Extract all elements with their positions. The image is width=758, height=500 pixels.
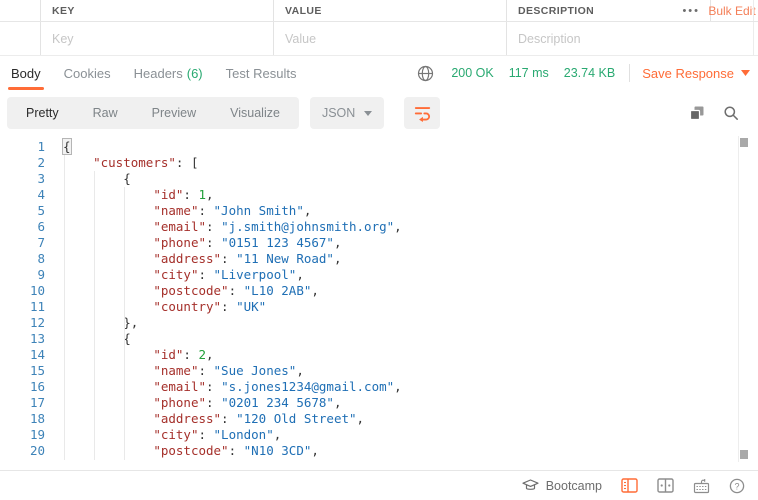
code-line: "email": "s.jones1234@gmail.com", xyxy=(63,379,758,395)
status-bar: Bootcamp xyxy=(0,470,758,500)
indent-guide xyxy=(94,171,95,460)
description-input[interactable] xyxy=(518,32,741,46)
column-header-key: KEY xyxy=(40,0,273,21)
language-select[interactable]: JSON xyxy=(310,97,384,129)
line-number: 15 xyxy=(0,363,45,379)
line-number: 13 xyxy=(0,331,45,347)
line-number-gutter: 1234567891011121314151617181920 xyxy=(0,139,55,459)
editor-toolbar-right xyxy=(686,96,742,130)
param-row-handle xyxy=(0,22,40,55)
code-line: }, xyxy=(63,315,758,331)
line-number: 16 xyxy=(0,379,45,395)
scrollbar-thumb-bottom[interactable] xyxy=(740,450,748,459)
response-size: 23.74 KB xyxy=(564,66,615,80)
code-line: "city": "London", xyxy=(63,427,758,443)
code-line: "customers": [ xyxy=(63,155,758,171)
line-number: 12 xyxy=(0,315,45,331)
params-header-row: KEY VALUE DESCRIPTION ••• Bulk Edit xyxy=(0,0,758,22)
divider xyxy=(629,64,630,82)
line-number: 5 xyxy=(0,203,45,219)
view-pretty[interactable]: Pretty xyxy=(9,97,76,129)
console-icon[interactable] xyxy=(620,477,638,495)
body-view-bar: Pretty Raw Preview Visualize JSON xyxy=(0,96,758,130)
code-line: "id": 1, xyxy=(63,187,758,203)
column-header-value: VALUE xyxy=(273,0,506,21)
response-meta: 200 OK 117 ms 23.74 KB Save Response xyxy=(414,56,750,90)
code-line: "address": "11 New Road", xyxy=(63,251,758,267)
params-select-column xyxy=(0,0,40,21)
line-number: 4 xyxy=(0,187,45,203)
params-input-row xyxy=(0,22,758,56)
header-end-divider xyxy=(753,0,758,21)
chevron-down-icon xyxy=(741,70,750,76)
code-line: "address": "120 Old Street", xyxy=(63,411,758,427)
line-number: 10 xyxy=(0,283,45,299)
column-header-description: DESCRIPTION xyxy=(518,5,594,17)
save-response-button[interactable]: Save Response xyxy=(642,66,750,81)
line-number: 2 xyxy=(0,155,45,171)
line-number: 7 xyxy=(0,235,45,251)
key-input[interactable] xyxy=(52,32,262,46)
tab-cookies[interactable]: Cookies xyxy=(61,56,114,90)
two-pane-layout-icon[interactable] xyxy=(656,477,674,495)
line-number: 1 xyxy=(0,139,45,155)
code-line: "postcode": "L10 2AB", xyxy=(63,283,758,299)
status-code: 200 OK xyxy=(451,66,493,80)
scrollbar-thumb-top[interactable] xyxy=(740,138,748,147)
code-line: { xyxy=(63,139,758,155)
line-number: 8 xyxy=(0,251,45,267)
svg-text:?: ? xyxy=(734,481,739,491)
tab-body[interactable]: Body xyxy=(8,56,44,90)
wrap-text-icon xyxy=(413,104,432,122)
editor-scrollbar-track xyxy=(738,136,739,462)
line-number: 17 xyxy=(0,395,45,411)
code-line: "phone": "0151 123 4567", xyxy=(63,235,758,251)
line-number: 18 xyxy=(0,411,45,427)
network-globe-icon[interactable] xyxy=(414,62,436,84)
help-icon[interactable]: ? xyxy=(728,477,746,495)
line-number: 19 xyxy=(0,427,45,443)
search-icon[interactable] xyxy=(720,102,742,124)
code-line: "phone": "0201 234 5678", xyxy=(63,395,758,411)
row-end-divider xyxy=(753,22,758,55)
response-panel: KEY VALUE DESCRIPTION ••• Bulk Edit Body… xyxy=(0,0,758,500)
view-visualize[interactable]: Visualize xyxy=(213,97,297,129)
line-number: 3 xyxy=(0,171,45,187)
code-line: { xyxy=(63,331,758,347)
indent-guide xyxy=(124,187,125,460)
headers-count-badge: (6) xyxy=(187,66,203,81)
copy-icon[interactable] xyxy=(686,102,708,124)
line-number: 20 xyxy=(0,443,45,459)
indent-guide xyxy=(64,155,65,460)
tab-test-results[interactable]: Test Results xyxy=(223,56,300,90)
code-line: "id": 2, xyxy=(63,347,758,363)
view-raw[interactable]: Raw xyxy=(76,97,135,129)
code-line: "postcode": "N10 3CD", xyxy=(63,443,758,459)
view-preview[interactable]: Preview xyxy=(135,97,213,129)
value-input[interactable] xyxy=(285,32,495,46)
code-line: "email": "j.smith@johnsmith.org", xyxy=(63,219,758,235)
code-line: "city": "Liverpool", xyxy=(63,267,758,283)
code-content[interactable]: { "customers": [ { "id": 1, "name": "Joh… xyxy=(55,139,758,459)
code-line: "name": "Sue Jones", xyxy=(63,363,758,379)
more-options-button[interactable]: ••• xyxy=(682,5,710,17)
code-line: { xyxy=(63,171,758,187)
view-mode-group: Pretty Raw Preview Visualize xyxy=(7,97,299,129)
bulk-edit-button[interactable]: Bulk Edit xyxy=(708,4,755,18)
graduation-cap-icon xyxy=(522,479,539,492)
line-number: 6 xyxy=(0,219,45,235)
beautify-button[interactable] xyxy=(404,97,440,129)
line-number: 14 xyxy=(0,347,45,363)
response-body-editor[interactable]: 1234567891011121314151617181920 { "custo… xyxy=(0,136,758,462)
response-time: 117 ms xyxy=(509,66,549,80)
keyboard-shortcuts-icon[interactable] xyxy=(692,477,710,495)
line-number: 9 xyxy=(0,267,45,283)
bootcamp-button[interactable]: Bootcamp xyxy=(522,479,602,493)
line-number: 11 xyxy=(0,299,45,315)
tab-headers[interactable]: Headers (6) xyxy=(131,56,206,90)
code-line: "name": "John Smith", xyxy=(63,203,758,219)
code-line: "country": "UK" xyxy=(63,299,758,315)
chevron-down-icon xyxy=(364,111,372,116)
response-tab-bar: Body Cookies Headers (6) Test Results 20… xyxy=(0,56,758,90)
